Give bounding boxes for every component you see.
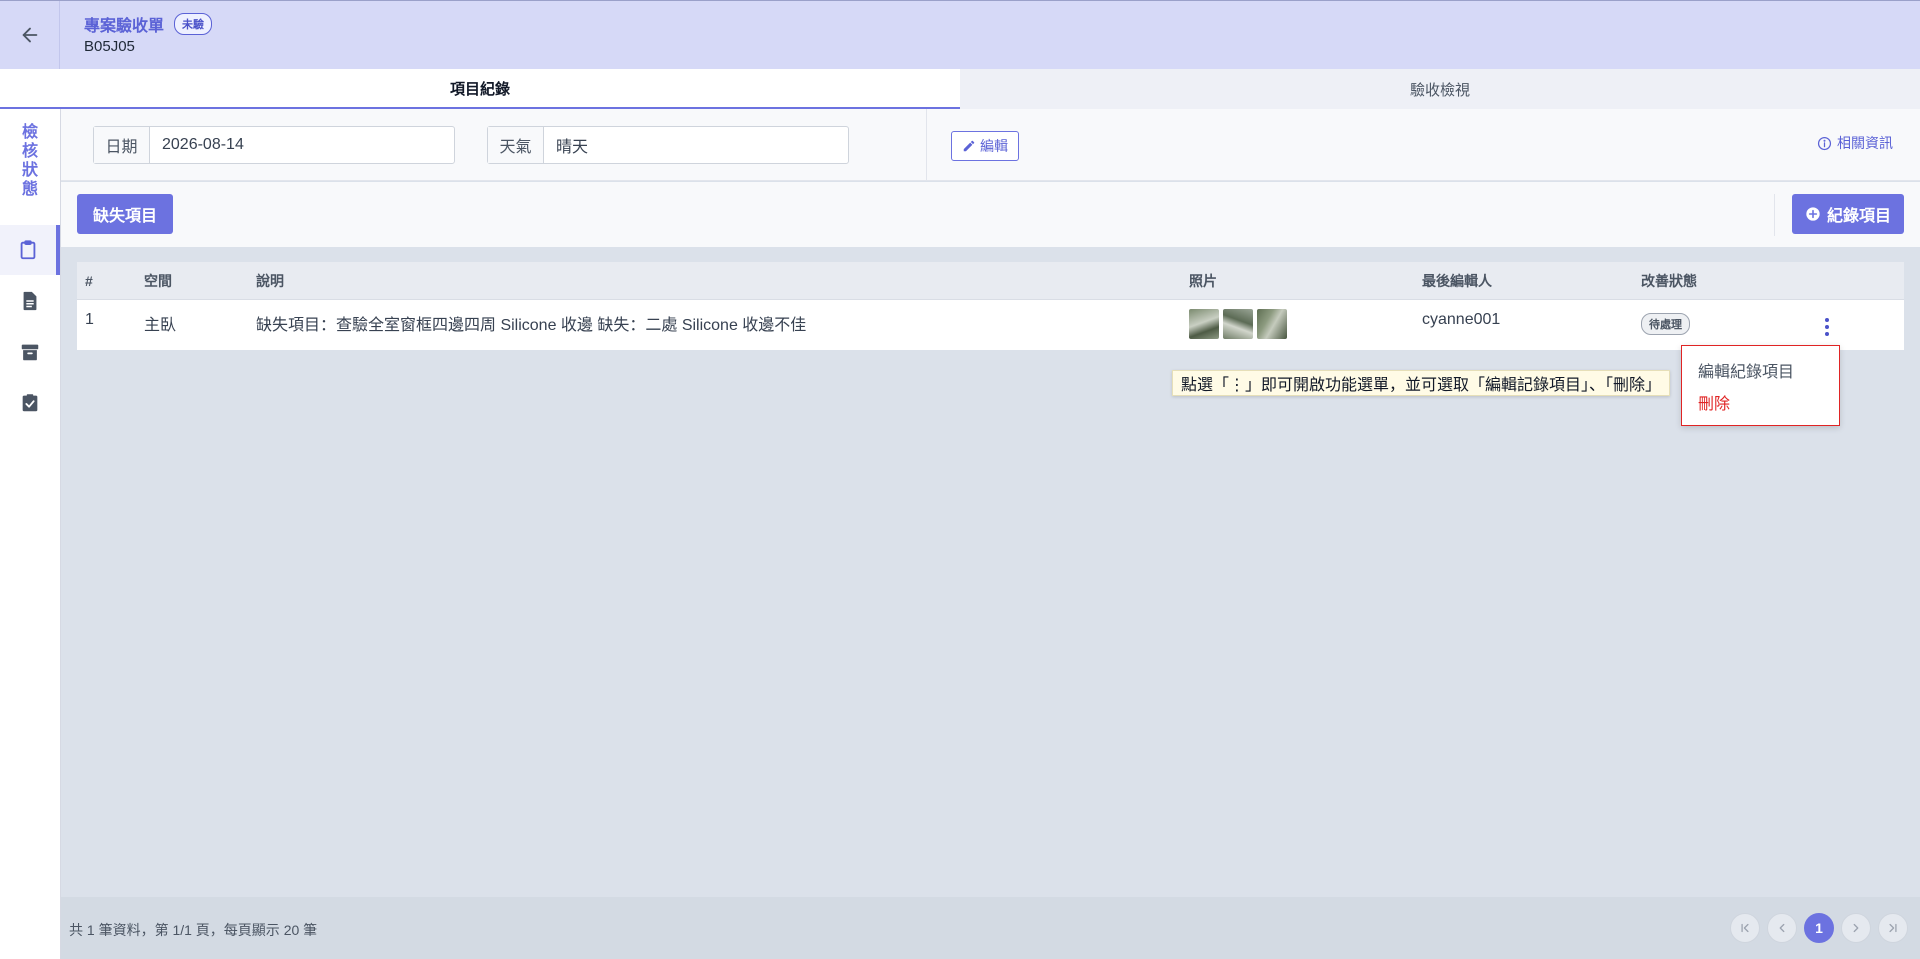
plus-circle-icon bbox=[1806, 207, 1820, 221]
row-last-editor: cyanne001 bbox=[1422, 311, 1501, 328]
column-header-description: 說明 bbox=[256, 272, 284, 289]
arrow-left-icon bbox=[22, 27, 37, 43]
archive-icon bbox=[21, 344, 39, 361]
clipboard-check-icon bbox=[22, 394, 38, 412]
chevron-left-icon bbox=[1779, 923, 1785, 933]
weather-value: 晴天 bbox=[556, 139, 589, 156]
hint-tooltip: 點選「⋮」即可開啟功能選單，並可選取「編輯記錄項目」、「刪除」 bbox=[1172, 370, 1671, 396]
column-header-num: # bbox=[85, 272, 93, 289]
column-header-photos: 照片 bbox=[1189, 272, 1217, 289]
back-button[interactable] bbox=[0, 1, 60, 69]
pagination-footer: 共 1 筆資料，第 1/1 頁，每頁顯示 20 筆 1 bbox=[61, 897, 1920, 959]
rail-title: 檢核狀態 bbox=[0, 123, 60, 199]
records-table: # 空間 說明 照片 最後編輯人 改善狀態 1 主臥 缺失項目：查驗全室窗框四邊… bbox=[77, 262, 1904, 350]
weather-label: 天氣 bbox=[488, 127, 544, 163]
last-page-icon bbox=[1889, 923, 1897, 933]
rail-title-text: 檢核狀態 bbox=[21, 124, 38, 198]
page-button-current[interactable]: 1 bbox=[1804, 913, 1834, 943]
divider bbox=[1774, 194, 1775, 236]
document-icon bbox=[23, 291, 37, 311]
header: 專案驗收單 未驗 B05J05 bbox=[0, 0, 1920, 69]
weather-field[interactable]: 天氣 晴天 bbox=[487, 126, 849, 164]
column-header-space: 空間 bbox=[144, 272, 172, 289]
info-bar: 日期 2026-08-14 天氣 晴天 編輯 相關資訊 bbox=[61, 109, 1920, 181]
table-row[interactable]: 1 主臥 缺失項目：查驗全室窗框四邊四周 Silicone 收邊 缺失：二處 S… bbox=[77, 300, 1904, 350]
photo-thumbnail[interactable] bbox=[1189, 309, 1219, 339]
menu-item-delete[interactable]: 刪除 bbox=[1698, 390, 1730, 414]
defect-items-button[interactable]: 缺失項目 bbox=[77, 194, 173, 234]
pagination: 1 bbox=[1730, 913, 1908, 943]
edit-button[interactable]: 編輯 bbox=[951, 131, 1019, 161]
tab-acceptance-review[interactable]: 驗收檢視 bbox=[960, 69, 1920, 109]
document-code: B05J05 bbox=[84, 38, 135, 55]
page-title: 專案驗收單 bbox=[84, 18, 165, 35]
first-page-icon bbox=[1741, 923, 1749, 933]
add-record-button[interactable]: 紀錄項目 bbox=[1792, 194, 1904, 234]
rail-item-document[interactable] bbox=[0, 276, 60, 326]
pencil-icon bbox=[963, 140, 975, 152]
pagination-summary: 共 1 筆資料，第 1/1 頁，每頁顯示 20 筆 bbox=[69, 922, 318, 938]
column-header-last-editor: 最後編輯人 bbox=[1422, 272, 1492, 289]
rail-item-clipboard[interactable] bbox=[0, 225, 60, 275]
divider bbox=[926, 109, 927, 181]
date-label: 日期 bbox=[94, 127, 150, 163]
date-value: 2026-08-14 bbox=[162, 136, 244, 153]
side-rail: 檢核狀態 bbox=[0, 109, 61, 959]
edit-button-label: 編輯 bbox=[980, 138, 1008, 154]
related-info-label: 相關資訊 bbox=[1837, 135, 1893, 151]
table-header: # 空間 說明 照片 最後編輯人 改善狀態 bbox=[77, 262, 1904, 300]
date-field[interactable]: 日期 2026-08-14 bbox=[93, 126, 455, 164]
row-description: 缺失項目：查驗全室窗框四邊四周 Silicone 收邊 缺失：二處 Silico… bbox=[256, 317, 807, 334]
row-photos bbox=[1189, 309, 1287, 339]
inspection-status-badge: 未驗 bbox=[174, 13, 213, 35]
photo-thumbnail[interactable] bbox=[1223, 309, 1253, 339]
prev-page-button[interactable] bbox=[1767, 913, 1797, 943]
clipboard-icon bbox=[20, 240, 36, 260]
first-page-button[interactable] bbox=[1730, 913, 1760, 943]
row-num: 1 bbox=[85, 311, 94, 328]
tab-item-records[interactable]: 項目紀錄 bbox=[0, 69, 960, 109]
next-page-button[interactable] bbox=[1841, 913, 1871, 943]
row-actions-menu: 編輯紀錄項目 刪除 bbox=[1681, 345, 1840, 426]
last-page-button[interactable] bbox=[1878, 913, 1908, 943]
menu-item-edit-record[interactable]: 編輯紀錄項目 bbox=[1698, 358, 1794, 382]
rail-item-clipboard-check[interactable] bbox=[0, 378, 60, 428]
chevron-right-icon bbox=[1853, 923, 1859, 933]
photo-thumbnail[interactable] bbox=[1257, 309, 1287, 339]
more-options-icon[interactable] bbox=[1817, 316, 1837, 338]
rail-item-archive[interactable] bbox=[0, 327, 60, 377]
add-record-label: 紀錄項目 bbox=[1826, 208, 1891, 225]
column-header-status: 改善狀態 bbox=[1641, 272, 1697, 289]
row-space: 主臥 bbox=[144, 317, 177, 334]
tab-bar: 項目紀錄 驗收檢視 bbox=[0, 69, 1920, 109]
info-circle-icon bbox=[1817, 136, 1832, 150]
action-bar: 缺失項目 紀錄項目 bbox=[61, 182, 1920, 247]
status-badge: 待處理 bbox=[1641, 313, 1690, 335]
related-info-link[interactable]: 相關資訊 bbox=[1817, 133, 1893, 153]
